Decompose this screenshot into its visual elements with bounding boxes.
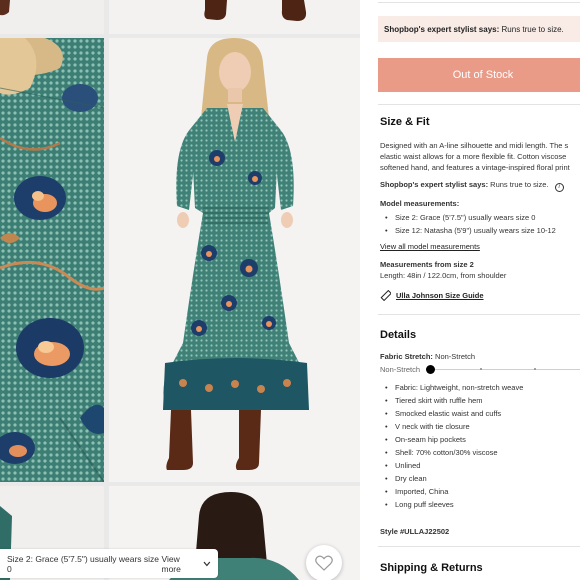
fabric-stretch-label: Fabric Stretch: bbox=[380, 352, 433, 361]
chevron-down-icon bbox=[203, 561, 211, 566]
fabric-stretch-value: Non-Stretch bbox=[435, 352, 476, 361]
size-fit-description-line: softened hand, and features a vintage-in… bbox=[380, 163, 570, 172]
product-details-panel: Shopbop's expert stylist says: Runs true… bbox=[370, 0, 580, 580]
stylist-note-label: Shopbop's expert stylist says: bbox=[380, 180, 489, 189]
gallery-photo-fabric-closeup[interactable] bbox=[0, 38, 104, 482]
details-list: Fabric: Lightweight, non-stretch weave T… bbox=[380, 381, 523, 511]
list-item: Unlined bbox=[380, 459, 523, 472]
gallery-photo-top-left[interactable] bbox=[0, 0, 104, 34]
fabric-stretch: Fabric Stretch: Non-Stretch bbox=[380, 351, 475, 362]
out-of-stock-button[interactable]: Out of Stock bbox=[378, 58, 580, 92]
size-guide-label: Ulla Johnson Size Guide bbox=[396, 291, 484, 300]
divider bbox=[378, 314, 580, 315]
list-item: Size 12: Natasha (5'9") usually wears si… bbox=[380, 224, 556, 237]
stylist-banner-label: Shopbop's expert stylist says: bbox=[384, 24, 500, 34]
style-number: Style #ULLAJ22502 bbox=[380, 527, 450, 536]
measurements-heading: Measurements from size 2 bbox=[380, 260, 474, 269]
heart-icon bbox=[315, 555, 333, 571]
gallery-photo-top-right[interactable] bbox=[109, 0, 360, 34]
list-item: Imported, China bbox=[380, 485, 523, 498]
divider bbox=[378, 104, 580, 105]
list-item: Smocked elastic waist and cuffs bbox=[380, 407, 523, 420]
list-item: Dry clean bbox=[380, 472, 523, 485]
list-item: On-seam hip pockets bbox=[380, 433, 523, 446]
view-more-button[interactable]: View more bbox=[161, 554, 211, 574]
divider bbox=[378, 2, 580, 3]
shipping-returns-heading[interactable]: Shipping & Returns bbox=[380, 562, 483, 574]
list-item: Fabric: Lightweight, non-stretch weave bbox=[380, 381, 523, 394]
stretch-scale-label: Non-Stretch bbox=[380, 364, 421, 374]
measurements-value: Length: 48in / 122.0cm, from shoulder bbox=[380, 271, 507, 280]
stretch-scale-tick bbox=[534, 367, 537, 370]
stretch-scale-track bbox=[426, 364, 580, 374]
view-all-measurements-link[interactable]: View all model measurements bbox=[380, 241, 480, 252]
size-fit-description-line: Designed with an A-line silhouette and m… bbox=[380, 141, 569, 150]
model-size-text: Size 2: Grace (5'7.5") usually wears siz… bbox=[7, 553, 160, 574]
stylist-note: Shopbop's expert stylist says: Runs true… bbox=[380, 179, 564, 192]
size-fit-heading: Size & Fit bbox=[380, 116, 430, 128]
model-size-note: Size 2: Grace (5'7.5") usually wears siz… bbox=[0, 549, 218, 578]
ruler-icon bbox=[380, 290, 391, 301]
model-measurements-list: Size 2: Grace (5'7.5") usually wears siz… bbox=[380, 211, 556, 237]
list-item: Long puff sleeves bbox=[380, 498, 523, 511]
list-item: Shell: 70% cotton/30% viscose bbox=[380, 446, 523, 459]
size-fit-description-line: elastic waist allows for a more flexible… bbox=[380, 152, 567, 161]
divider bbox=[378, 546, 580, 547]
stretch-scale: Non-Stretch bbox=[380, 363, 580, 375]
stylist-banner-value: Runs true to size. bbox=[501, 24, 564, 34]
product-gallery: Size 2: Grace (5'7.5") usually wears siz… bbox=[0, 0, 360, 580]
favorite-button[interactable] bbox=[306, 545, 342, 580]
details-heading: Details bbox=[380, 329, 417, 341]
stretch-scale-tick bbox=[480, 367, 483, 370]
list-item: V neck with tie closure bbox=[380, 420, 523, 433]
stretch-scale-indicator bbox=[426, 364, 436, 374]
list-item: Size 2: Grace (5'7.5") usually wears siz… bbox=[380, 211, 556, 224]
stylist-note-value: Runs true to size. bbox=[490, 180, 549, 189]
view-more-label: View more bbox=[161, 553, 181, 574]
gallery-photo-model[interactable] bbox=[109, 38, 360, 482]
list-item: Tiered skirt with ruffle hem bbox=[380, 394, 523, 407]
stylist-banner: Shopbop's expert stylist says: Runs true… bbox=[378, 16, 580, 42]
info-icon[interactable]: i bbox=[554, 183, 564, 192]
size-guide-link[interactable]: Ulla Johnson Size Guide bbox=[380, 290, 484, 301]
model-measurements-heading: Model measurements: bbox=[380, 199, 460, 208]
